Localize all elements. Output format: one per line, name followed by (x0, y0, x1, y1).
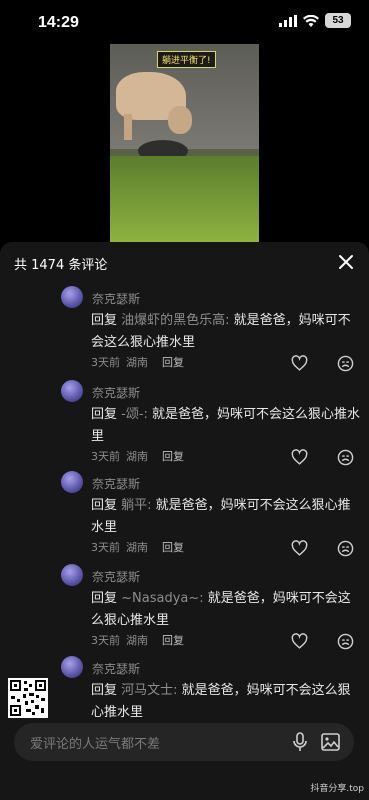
reply-target[interactable]: -颂-: (121, 407, 148, 422)
dislike-icon[interactable] (337, 355, 354, 372)
reply-prefix: 回复 (91, 498, 118, 513)
reply-target[interactable]: 躺平: (121, 498, 151, 513)
heart-icon[interactable] (291, 540, 308, 557)
reply-target[interactable]: 河马文士: (121, 683, 177, 698)
comment-time: 3天前 (91, 634, 120, 647)
comment-time: 3天前 (91, 356, 120, 369)
comment-meta: 3天前 湖南 回复 (91, 632, 184, 648)
comment-count-title: 共 1474 条评论 (14, 258, 108, 273)
comment-item: 奈克瑟斯 回复 躺平: 就是爸爸，妈咪可不会这么狠心推水里 3天前 湖南 回复 (0, 471, 369, 561)
comment-location: 湖南 (126, 356, 148, 369)
reply-prefix: 回复 (91, 683, 118, 698)
dislike-icon[interactable] (337, 449, 354, 466)
comment-body: 回复 河马文士: 就是爸爸，妈咪可不会这么狠心推水里 (91, 680, 361, 718)
avatar[interactable] (61, 286, 83, 308)
reply-prefix: 回复 (91, 407, 118, 422)
comment-item: 奈克瑟斯 回复 油爆虾的黑色乐高: 就是爸爸，妈咪可不会这么狠心推水里 3天前 … (0, 286, 369, 376)
video-caption: 躺进平衡了! (157, 51, 216, 68)
comment-time: 3天前 (91, 541, 120, 554)
comment-author[interactable]: 奈克瑟斯 (92, 568, 140, 585)
video-animal-legs (124, 114, 132, 140)
comment-sheet: 共 1474 条评论 奈克瑟斯 回复 油爆虾的黑色乐高: 就是爸爸，妈咪可不会这… (0, 242, 369, 800)
avatar[interactable] (61, 564, 83, 586)
mic-icon[interactable] (291, 732, 309, 752)
video-animal-head (168, 106, 192, 134)
dislike-icon[interactable] (337, 540, 354, 557)
image-icon[interactable] (321, 733, 340, 751)
status-icons: 53 (279, 13, 351, 28)
comment-meta: 3天前 湖南 回复 (91, 448, 184, 464)
comment-item: 奈克瑟斯 回复 -颂-: 就是爸爸，妈咪可不会这么狠心推水里 3天前 湖南 回复 (0, 380, 369, 470)
comment-body: 回复 躺平: 就是爸爸，妈咪可不会这么狠心推水里 (91, 495, 361, 539)
battery-icon: 53 (325, 13, 351, 28)
status-time: 14:29 (38, 14, 79, 31)
comment-location: 湖南 (126, 634, 148, 647)
video-water (110, 156, 259, 242)
avatar[interactable] (61, 656, 83, 678)
comment-location: 湖南 (126, 450, 148, 463)
reply-target[interactable]: 油爆虾的黑色乐高: (121, 313, 229, 328)
reply-button[interactable]: 回复 (162, 448, 184, 464)
reply-target[interactable]: ~Nasadya~: (121, 591, 204, 606)
comment-time: 3天前 (91, 450, 120, 463)
reply-prefix: 回复 (91, 591, 118, 606)
comment-input-placeholder[interactable]: 爱评论的人运气都不差 (30, 733, 160, 752)
status-bar: 14:29 53 (0, 0, 369, 44)
comment-body: 回复 油爆虾的黑色乐高: 就是爸爸，妈咪可不会这么狠心推水里 (91, 310, 361, 354)
comment-author[interactable]: 奈克瑟斯 (92, 290, 140, 307)
close-icon[interactable] (335, 251, 357, 273)
reply-prefix: 回复 (91, 313, 118, 328)
comment-meta: 3天前 湖南 回复 (91, 354, 184, 370)
comment-input-bar[interactable]: 爱评论的人运气都不差 (14, 723, 354, 761)
comment-item: 奈克瑟斯 回复 河马文士: 就是爸爸，妈咪可不会这么狠心推水里 (0, 656, 369, 718)
watermark: 抖音分享.top (310, 784, 364, 794)
reply-button[interactable]: 回复 (162, 539, 184, 555)
reply-button[interactable]: 回复 (162, 632, 184, 648)
wifi-icon (303, 14, 319, 27)
avatar[interactable] (61, 380, 83, 402)
comment-author[interactable]: 奈克瑟斯 (92, 384, 140, 401)
comment-body: 回复 -颂-: 就是爸爸，妈咪可不会这么狠心推水里 (91, 404, 361, 448)
comment-author[interactable]: 奈克瑟斯 (92, 660, 140, 677)
comment-author[interactable]: 奈克瑟斯 (92, 475, 140, 492)
signal-icon (279, 14, 297, 27)
reply-button[interactable]: 回复 (162, 354, 184, 370)
qr-code (8, 678, 48, 718)
comment-meta: 3天前 湖南 回复 (91, 539, 184, 555)
heart-icon[interactable] (291, 633, 308, 650)
comment-item: 奈克瑟斯 回复 ~Nasadya~: 就是爸爸，妈咪可不会这么狠心推水里 3天前… (0, 564, 369, 654)
video-thumbnail[interactable]: 躺进平衡了! (110, 44, 259, 242)
comment-location: 湖南 (126, 541, 148, 554)
comment-body: 回复 ~Nasadya~: 就是爸爸，妈咪可不会这么狠心推水里 (91, 588, 361, 632)
heart-icon[interactable] (291, 449, 308, 466)
avatar[interactable] (61, 471, 83, 493)
dislike-icon[interactable] (337, 633, 354, 650)
heart-icon[interactable] (291, 355, 308, 372)
